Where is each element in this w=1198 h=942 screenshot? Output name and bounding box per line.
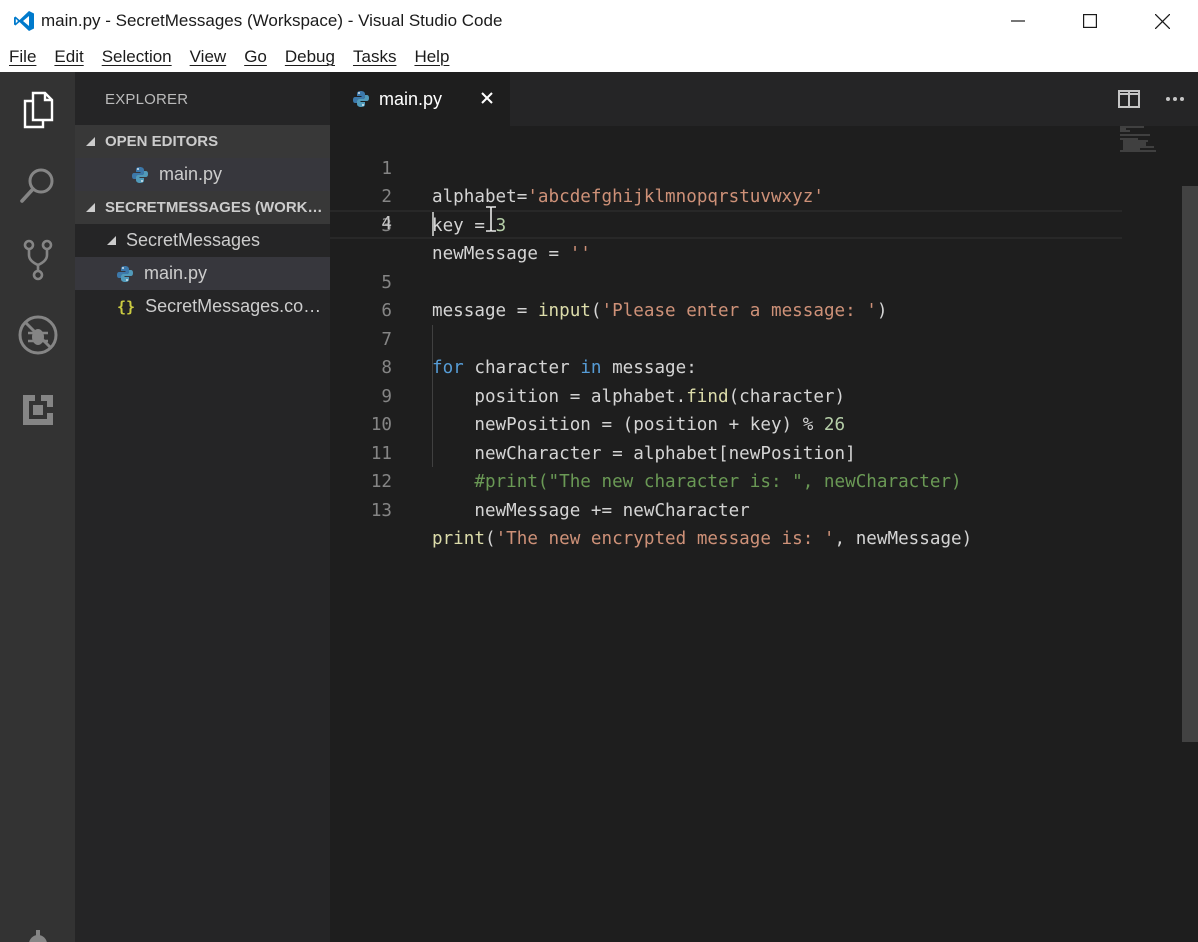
activity-manage[interactable] bbox=[0, 912, 75, 942]
text-cursor-icon bbox=[486, 206, 496, 232]
close-tab-button[interactable] bbox=[477, 87, 497, 109]
code-text: print('The new encrypted message is: ', … bbox=[432, 529, 973, 549]
menu-edit[interactable]: Edit bbox=[45, 47, 92, 67]
code-line: 2 key = 3 bbox=[330, 155, 1122, 236]
settings-gear-icon bbox=[28, 930, 47, 942]
menu-selection[interactable]: Selection bbox=[93, 47, 181, 67]
code-line: 10 newCharacter = alphabet[newPosition] bbox=[330, 383, 1122, 464]
debug-icon bbox=[18, 315, 57, 354]
python-file-icon bbox=[117, 265, 133, 282]
code-line: 7 for character in message: bbox=[330, 297, 1122, 379]
menu-tasks[interactable]: Tasks bbox=[344, 47, 405, 67]
close-window-button[interactable] bbox=[1126, 0, 1198, 42]
source-control-icon bbox=[23, 239, 52, 280]
code-editor[interactable]: 1 alphabet='abcdefghijklmnopqrstuvwxyz' … bbox=[330, 126, 1198, 942]
chevron-down-icon bbox=[86, 203, 95, 212]
current-code-line: 4 bbox=[330, 210, 1122, 239]
split-editor-button[interactable] bbox=[1106, 79, 1152, 119]
open-editors-section-header[interactable]: OPEN EDITORS bbox=[75, 125, 330, 158]
maximize-button[interactable] bbox=[1054, 0, 1126, 42]
title-bar: main.py - SecretMessages (Workspace) - V… bbox=[0, 0, 1198, 42]
json-braces-icon: {} bbox=[117, 297, 136, 316]
folder-label: SecretMessages bbox=[126, 230, 261, 250]
activity-extensions[interactable] bbox=[0, 372, 75, 447]
explorer-sidebar: EXPLORER OPEN EDITORS main.py SECRETMESS… bbox=[75, 72, 330, 942]
code-line: 3 newMessage = '' bbox=[330, 183, 1122, 265]
workspace-section-header[interactable]: SECRETMESSAGES (WORKSPACE) bbox=[75, 191, 330, 224]
code-line: 9 newPosition = (position + key) % 26 bbox=[330, 354, 1122, 436]
tab-main-py[interactable]: main.py bbox=[330, 72, 510, 126]
code-line: 6 bbox=[330, 269, 1122, 321]
line-number: 4 bbox=[381, 214, 392, 234]
menu-view[interactable]: View bbox=[181, 47, 236, 67]
activity-source-control[interactable] bbox=[0, 222, 75, 297]
code-line: 12 newMessage += newCharacter bbox=[330, 440, 1122, 521]
code-line: 5 message = input('Please enter a messag… bbox=[330, 240, 1122, 322]
scrollbar-thumb[interactable] bbox=[1182, 186, 1198, 742]
file-label: SecretMessages.code-workspace bbox=[145, 296, 330, 316]
search-icon bbox=[19, 168, 53, 203]
more-icon bbox=[1166, 97, 1184, 101]
vscode-logo-icon bbox=[14, 11, 34, 31]
code-line: 8 position = alphabet.find(character) bbox=[330, 326, 1122, 407]
maximize-icon bbox=[1083, 14, 1097, 28]
close-icon bbox=[481, 92, 493, 104]
activity-explorer[interactable] bbox=[0, 72, 75, 147]
menu-bar: File Edit Selection View Go Debug Tasks … bbox=[0, 42, 1198, 72]
tab-label: main.py bbox=[379, 88, 443, 109]
minimap[interactable] bbox=[1120, 126, 1175, 156]
menu-help[interactable]: Help bbox=[405, 47, 458, 67]
folder-secretmessages[interactable]: SecretMessages bbox=[75, 224, 330, 257]
vertical-scrollbar[interactable] bbox=[1182, 126, 1198, 942]
chevron-down-icon bbox=[107, 236, 116, 245]
file-item-workspace[interactable]: {} SecretMessages.code-workspace bbox=[75, 290, 330, 323]
extensions-icon bbox=[22, 394, 53, 425]
code-line: 11 #print("The new character is: ", newC… bbox=[330, 411, 1122, 493]
menu-go[interactable]: Go bbox=[235, 47, 276, 67]
more-actions-button[interactable] bbox=[1152, 79, 1198, 119]
close-icon bbox=[1154, 13, 1170, 29]
window-title: main.py - SecretMessages (Workspace) - V… bbox=[41, 11, 503, 30]
open-editors-label: OPEN EDITORS bbox=[105, 133, 219, 150]
menu-debug[interactable]: Debug bbox=[276, 47, 344, 67]
line-number: 13 bbox=[370, 500, 392, 521]
code-line: 13 print('The new encrypted message is: … bbox=[330, 468, 1122, 550]
sidebar-title: EXPLORER bbox=[105, 91, 189, 108]
activity-bar bbox=[0, 72, 75, 942]
minimize-button[interactable] bbox=[982, 0, 1054, 42]
file-label: main.py bbox=[144, 263, 208, 283]
code-line: 1 alphabet='abcdefghijklmnopqrstuvwxyz' bbox=[330, 126, 1122, 208]
minimize-icon bbox=[1011, 20, 1025, 22]
open-editor-label: main.py bbox=[159, 164, 223, 184]
chevron-down-icon bbox=[86, 137, 95, 146]
activity-search[interactable] bbox=[0, 147, 75, 222]
python-file-icon bbox=[132, 166, 148, 183]
editor-tab-bar: main.py bbox=[330, 72, 1198, 126]
python-file-icon bbox=[353, 91, 369, 107]
workspace-label: SECRETMESSAGES (WORKSPACE) bbox=[105, 199, 330, 216]
split-editor-icon bbox=[1118, 90, 1140, 108]
text-caret bbox=[432, 212, 434, 236]
activity-debug[interactable] bbox=[0, 297, 75, 372]
menu-file[interactable]: File bbox=[0, 47, 45, 67]
open-editor-item[interactable]: main.py bbox=[75, 158, 330, 191]
explorer-icon bbox=[23, 91, 53, 128]
code-text: newMessage += newCharacter bbox=[432, 500, 750, 521]
file-item-main-py[interactable]: main.py bbox=[75, 257, 330, 290]
